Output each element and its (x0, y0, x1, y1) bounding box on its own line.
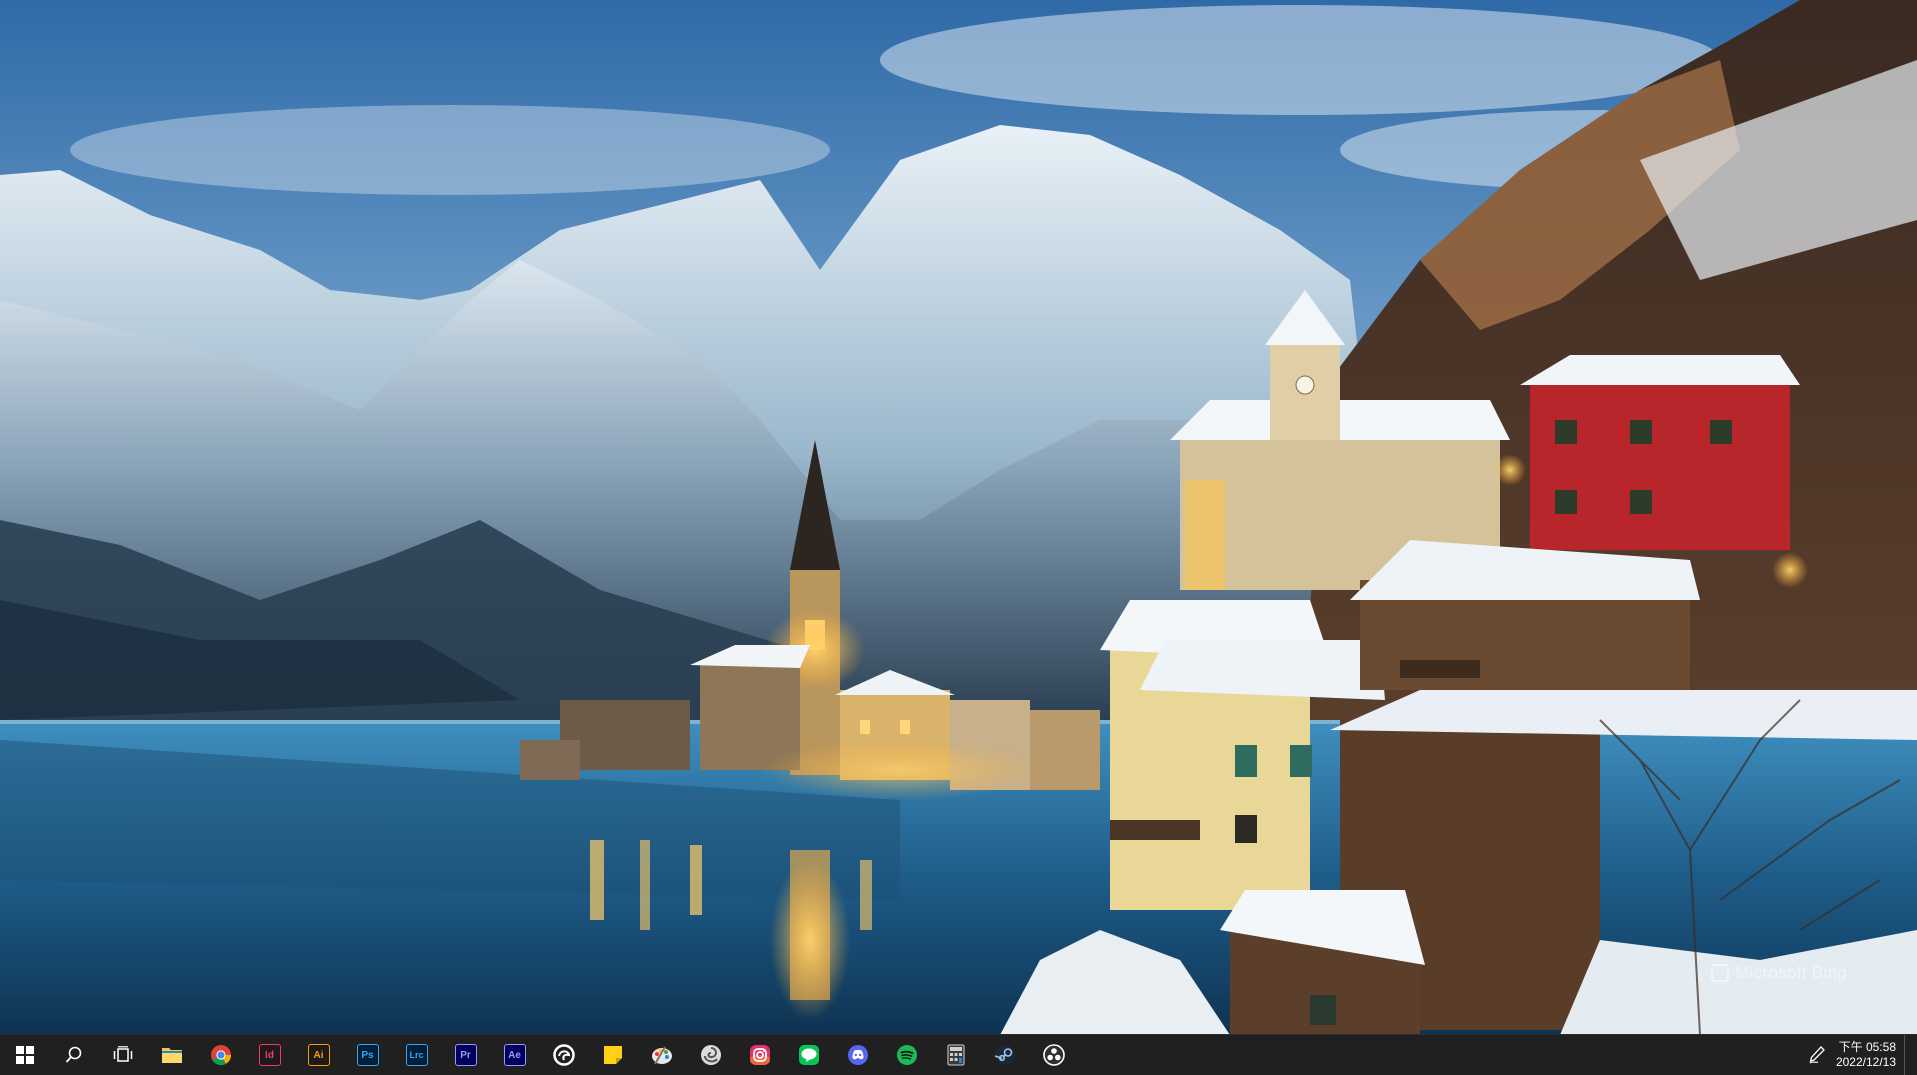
taskbar-app-premiere-pro[interactable]: Pr (441, 1035, 490, 1075)
steam-icon (994, 1045, 1015, 1065)
start-button[interactable] (0, 1035, 49, 1075)
bing-watermark-text: Microsoft Bing (1735, 963, 1847, 982)
edge-icon (552, 1044, 575, 1066)
show-desktop-button[interactable] (1904, 1035, 1911, 1075)
palette-icon (651, 1046, 672, 1065)
clock-date: 2022/12/13 (1835, 1055, 1896, 1069)
line-icon (798, 1045, 819, 1065)
desktop-wallpaper: Microsoft Bing (0, 0, 1917, 1035)
taskbar-app-after-effects[interactable]: Ae (490, 1035, 539, 1075)
bing-watermark-icon (1711, 964, 1730, 982)
system-tray: 下午 05:58 2022/12/13 (1802, 1035, 1917, 1075)
search-icon (65, 1046, 81, 1063)
task-view-icon (113, 1046, 132, 1062)
premiere-icon: Pr (454, 1044, 477, 1066)
indesign-icon: Id (258, 1044, 281, 1066)
taskbar-app-file-explorer[interactable] (147, 1035, 196, 1075)
after-effects-icon: Ae (503, 1044, 526, 1066)
swirl-icon (700, 1045, 721, 1065)
taskbar-app-lightroom-classic[interactable]: Lrc (392, 1035, 441, 1075)
search-button[interactable] (49, 1035, 98, 1075)
taskbar-app-photoshop[interactable]: Ps (343, 1035, 392, 1075)
illustrator-icon: Ai (307, 1044, 330, 1066)
taskbar-app-calculator[interactable] (931, 1035, 980, 1075)
taskbar-app-obs[interactable] (1029, 1035, 1078, 1075)
discord-icon (847, 1045, 868, 1065)
taskbar-app-sticky-notes[interactable] (588, 1035, 637, 1075)
obs-icon (1042, 1044, 1065, 1066)
taskbar-app-steam[interactable] (980, 1035, 1029, 1075)
taskbar-app-swirl[interactable] (686, 1035, 735, 1075)
taskbar-app-spotify[interactable] (882, 1035, 931, 1075)
lightroom-icon: Lrc (405, 1044, 428, 1066)
taskbar-app-line[interactable] (784, 1035, 833, 1075)
taskbar-app-indesign[interactable]: Id (245, 1035, 294, 1075)
taskbar-app-paint[interactable] (637, 1035, 686, 1075)
clock[interactable]: 下午 05:58 2022/12/13 (1832, 1040, 1904, 1070)
task-view-button[interactable] (98, 1035, 147, 1075)
sticky-notes-icon (603, 1046, 622, 1064)
pen-icon (1809, 1046, 1825, 1064)
spotify-icon (896, 1045, 917, 1065)
taskbar-app-edge[interactable] (539, 1035, 588, 1075)
taskbar-app-illustrator[interactable]: Ai (294, 1035, 343, 1075)
clock-time: 下午 05:58 (1838, 1040, 1896, 1054)
instagram-icon (749, 1045, 770, 1065)
taskbar: Id Ai Ps Lrc Pr Ae 下午 05:58 2022/12/13 (0, 1034, 1917, 1075)
wallpaper-image (0, 0, 1917, 1035)
taskbar-app-instagram[interactable] (735, 1035, 784, 1075)
bing-watermark: Microsoft Bing (1711, 963, 1847, 983)
taskbar-app-chrome[interactable] (196, 1035, 245, 1075)
calculator-icon (947, 1044, 964, 1066)
pen-menu-button[interactable] (1802, 1046, 1832, 1064)
chrome-icon (210, 1045, 231, 1066)
folder-icon (161, 1048, 182, 1063)
photoshop-icon: Ps (356, 1044, 379, 1066)
taskbar-app-discord[interactable] (833, 1035, 882, 1075)
windows-logo-icon (15, 1046, 34, 1064)
